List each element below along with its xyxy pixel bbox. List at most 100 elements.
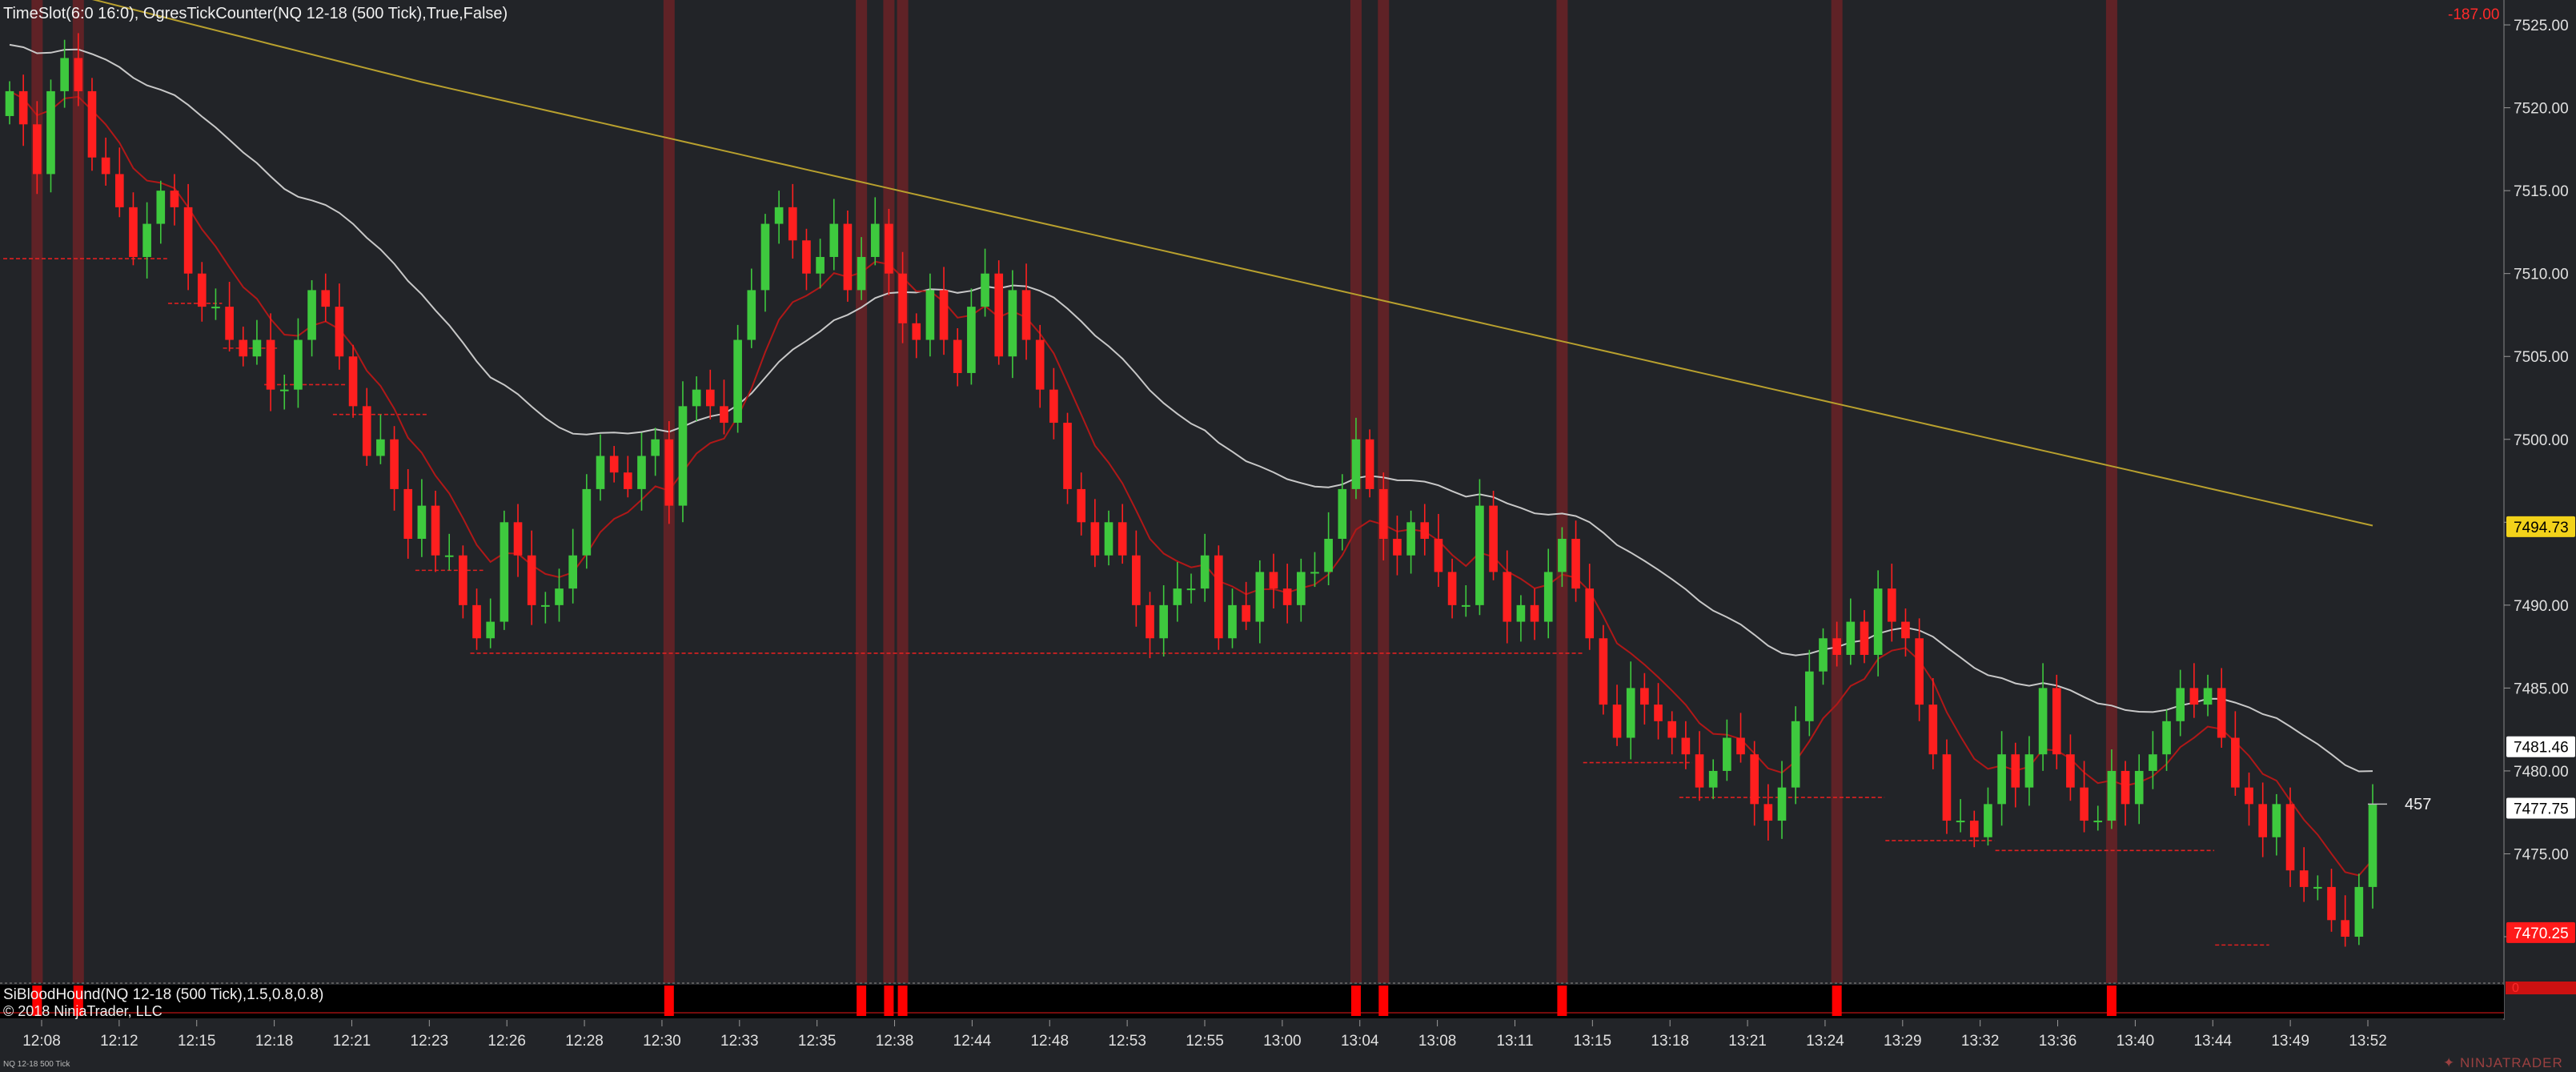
candle-body [101, 157, 110, 175]
candle [2313, 875, 2322, 901]
candle-body [1338, 488, 1347, 540]
time-tick-label: 12:15 [178, 1033, 216, 1050]
candle-body [981, 273, 989, 307]
price-tick-label: 7520.00 [2514, 101, 2569, 118]
candle-body [1434, 539, 1443, 572]
candle-body [1585, 588, 1595, 639]
candle [2024, 736, 2034, 806]
candle-body [898, 273, 907, 323]
candle [183, 183, 193, 291]
candle [1200, 533, 1210, 602]
candle [1543, 548, 1553, 639]
price-badge-label: 7481.46 [2514, 740, 2569, 757]
candle-body [1324, 539, 1333, 572]
candle [1393, 516, 1402, 576]
time-tick-label: 12:44 [953, 1033, 992, 1050]
candle-body [1708, 770, 1718, 788]
candle [403, 469, 413, 559]
candle-body [1310, 572, 1319, 574]
candle [843, 210, 853, 302]
candle [981, 248, 989, 317]
signal-band [897, 0, 909, 983]
candle [459, 545, 467, 619]
price-tick-label: 7475.00 [2514, 846, 2569, 863]
ninjatrader-logo: ✦ NINJATRADER [2443, 1055, 2563, 1071]
candle [1516, 595, 1526, 642]
candle-body [1406, 522, 1415, 556]
candle [1791, 706, 1800, 805]
candle-body [2217, 688, 2226, 738]
candle-body [1723, 737, 1731, 771]
candle-body [582, 488, 592, 556]
candle [624, 456, 632, 498]
candle-body [1132, 555, 1141, 605]
candle-body [46, 90, 55, 175]
candle [2176, 669, 2185, 737]
candle-body [1214, 555, 1223, 639]
candle [692, 376, 701, 421]
candle-body [1612, 705, 1622, 738]
candle [513, 504, 523, 577]
candle-body [2038, 688, 2048, 755]
candle [1667, 711, 1677, 755]
candle [1763, 784, 1773, 841]
candle [2327, 869, 2336, 932]
candle-body [2093, 821, 2103, 823]
price-tick-label: 7505.00 [2514, 349, 2569, 366]
candle [1612, 685, 1622, 746]
candle-body [802, 240, 811, 274]
candle-body [2327, 886, 2336, 921]
candle [829, 199, 839, 271]
candle-body [2285, 804, 2295, 871]
candle [967, 288, 976, 385]
signal-bar [664, 986, 674, 1016]
candle-body [953, 339, 962, 373]
time-tick-label: 12:30 [643, 1033, 681, 1050]
signal-bar [897, 986, 908, 1016]
signal-band [1556, 0, 1568, 983]
candle-body [1846, 621, 1856, 655]
candle-body [1049, 389, 1058, 424]
candle-body [2272, 804, 2281, 837]
time-tick-label: 12:35 [798, 1033, 837, 1050]
candle-body [1077, 488, 1086, 523]
candle-body [294, 339, 303, 390]
candle [2272, 793, 2281, 856]
candle-body [843, 223, 853, 291]
candle [1654, 683, 1663, 740]
copyright: © 2018 NinjaTrader, LLC [3, 1003, 163, 1019]
signal-band [2105, 0, 2117, 983]
candle-body [1860, 621, 1869, 655]
candle [1942, 739, 1952, 834]
time-tick-label: 12:18 [255, 1033, 294, 1050]
candle [1186, 573, 1196, 604]
candle [2217, 668, 2226, 748]
candle-body [431, 505, 440, 556]
candle [1173, 562, 1182, 622]
candle [953, 328, 962, 387]
candle-body [1915, 638, 1924, 705]
candle [431, 490, 440, 572]
candle-body [870, 223, 880, 257]
price-tick-label: 7490.00 [2514, 598, 2569, 615]
candle [348, 344, 358, 418]
candle-body [513, 522, 523, 556]
candle-body [1956, 821, 1965, 823]
price-chart[interactable]: 7470.007475.007480.007485.007490.007495.… [0, 0, 2576, 1072]
candle-body [609, 456, 619, 473]
time-tick-label: 13:29 [1884, 1033, 1922, 1050]
candle [2189, 663, 2199, 718]
signal-band [72, 0, 84, 983]
candle [2203, 674, 2213, 717]
candle [1777, 761, 1787, 839]
candle-body [678, 406, 688, 506]
candle-body [1530, 604, 1539, 622]
signal-band [883, 0, 895, 983]
candle-body [885, 223, 893, 274]
candle-body [2354, 886, 2364, 937]
candle-body [2052, 688, 2061, 755]
candle-body [2313, 886, 2322, 889]
candle [18, 74, 28, 147]
candle-body [279, 389, 289, 391]
candle [376, 414, 385, 464]
